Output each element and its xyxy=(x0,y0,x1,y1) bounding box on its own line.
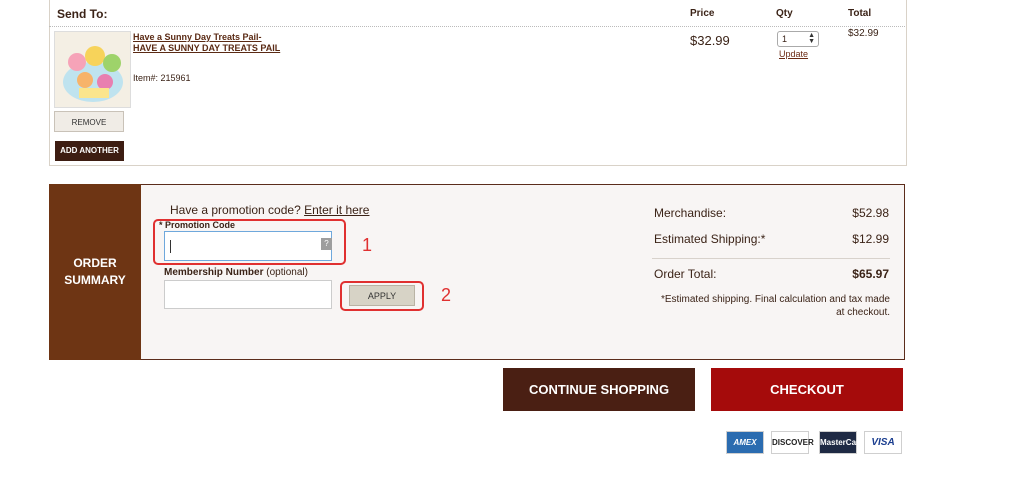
qty-column-header: Qty xyxy=(776,8,793,19)
order-summary-title-line1: ORDER xyxy=(73,256,117,270)
shipping-label: Estimated Shipping:* xyxy=(654,232,766,246)
quantity-select[interactable]: 1 ▲ ▼ xyxy=(777,31,819,47)
membership-number-label: Membership Number (optional) xyxy=(164,267,308,278)
summary-divider xyxy=(652,258,890,259)
quantity-value: 1 xyxy=(782,34,788,44)
order-total-label: Order Total: xyxy=(654,267,717,281)
add-another-button[interactable]: ADD ANOTHER xyxy=(55,141,124,161)
treats-pail-image xyxy=(55,32,130,107)
mastercard-card-icon: MasterCard xyxy=(819,431,864,454)
membership-number-input[interactable] xyxy=(164,280,332,309)
annotation-number-1: 1 xyxy=(362,235,373,255)
product-name-line2[interactable]: HAVE A SUNNY DAY TREATS PAIL xyxy=(133,43,280,54)
item-total: $32.99 xyxy=(848,28,879,39)
amex-card-icon: AMEX xyxy=(726,431,764,454)
send-to-label: Send To: xyxy=(57,7,108,21)
annotation-box-1 xyxy=(153,219,346,265)
checkout-button[interactable]: CHECKOUT xyxy=(711,368,903,411)
order-total-value: $65.97 xyxy=(852,267,889,281)
membership-label-text: Membership Number xyxy=(164,267,264,278)
apply-button[interactable]: APPLY xyxy=(349,285,415,306)
product-thumbnail[interactable] xyxy=(54,31,131,108)
merchandise-value: $52.98 xyxy=(852,206,889,220)
shipping-value: $12.99 xyxy=(852,232,889,246)
continue-shopping-button[interactable]: CONTINUE SHOPPING xyxy=(503,368,695,411)
total-column-header: Total xyxy=(848,8,872,19)
order-summary-title-line2: SUMMARY xyxy=(64,273,126,287)
merchandise-label: Merchandise: xyxy=(654,206,727,220)
product-name-line1[interactable]: Have a Sunny Day Treats Pail- xyxy=(133,32,280,43)
item-price: $32.99 xyxy=(690,33,730,48)
enter-promo-link[interactable]: Enter it here xyxy=(304,203,369,217)
select-arrows-icon: ▲ ▼ xyxy=(808,32,815,45)
shipping-note: *Estimated shipping. Final calculation a… xyxy=(660,294,890,318)
visa-card-icon: VISA xyxy=(864,431,902,454)
item-number: Item#: 215961 xyxy=(133,73,191,83)
remove-button[interactable]: REMOVE xyxy=(54,111,124,132)
membership-optional-text: (optional) xyxy=(266,267,308,278)
product-name-link[interactable]: Have a Sunny Day Treats Pail- HAVE A SUN… xyxy=(133,32,280,54)
discover-card-icon: DISCOVER xyxy=(771,431,814,454)
update-link[interactable]: Update xyxy=(779,49,808,59)
promo-question-text: Have a promotion code? xyxy=(170,203,301,217)
price-column-header: Price xyxy=(690,8,715,19)
promo-question: Have a promotion code? Enter it here xyxy=(170,203,369,217)
order-summary-title: ORDER SUMMARY xyxy=(49,184,141,360)
annotation-number-2: 2 xyxy=(441,285,452,305)
